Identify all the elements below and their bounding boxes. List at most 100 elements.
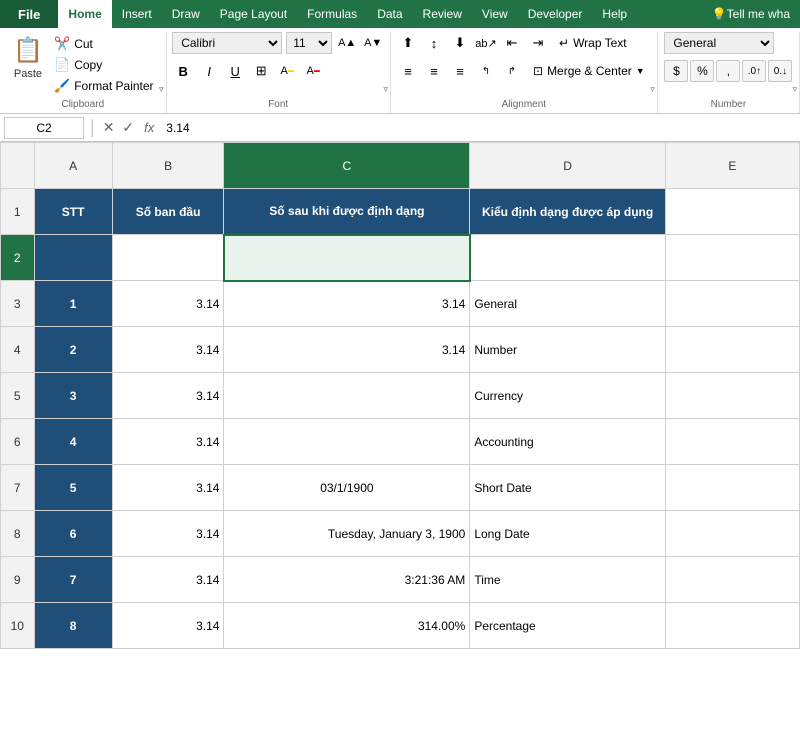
col-header-a[interactable]: A (34, 143, 112, 189)
alignment-expand-icon[interactable]: ▿ (650, 84, 655, 95)
row-header-9[interactable]: 9 (1, 557, 35, 603)
dinh-dang-10[interactable]: Percentage (470, 603, 666, 649)
menu-help[interactable]: Help (592, 0, 637, 28)
decrease-font-button[interactable]: A▼ (362, 32, 384, 54)
border-button[interactable]: ⊞ (250, 60, 272, 82)
sau-khi-3[interactable]: 3.14 (224, 281, 470, 327)
confirm-button[interactable]: ✓ (120, 119, 136, 136)
tell-me-box[interactable]: 💡 Tell me wha (702, 7, 800, 21)
ban-dau-8[interactable]: 3.14 (112, 511, 224, 557)
font-expand-icon[interactable]: ▿ (383, 84, 388, 95)
sau-khi-7[interactable]: 03/1/1900 (224, 465, 470, 511)
dinh-dang-5[interactable]: Currency (470, 373, 666, 419)
format-painter-button[interactable]: 🖌️ Format Painter (50, 76, 158, 96)
dinh-dang-6[interactable]: Accounting (470, 419, 666, 465)
copy-button[interactable]: 📄 Copy (50, 55, 158, 75)
rtl-button[interactable]: ↰ (474, 60, 498, 82)
sau-khi-8[interactable]: Tuesday, January 3, 1900 (224, 511, 470, 557)
header-sau-khi[interactable]: Số sau khi được định dạng (224, 189, 470, 235)
dinh-dang-9[interactable]: Time (470, 557, 666, 603)
bold-button[interactable]: B (172, 60, 194, 82)
menu-formulas[interactable]: Formulas (297, 0, 367, 28)
align-center-button[interactable]: ≡ (422, 60, 446, 82)
underline-button[interactable]: U (224, 60, 246, 82)
header-kieu-dinh-dang[interactable]: Kiểu định dạng được áp dụng (470, 189, 666, 235)
number-expand-icon[interactable]: ▿ (792, 84, 797, 95)
row-header-4[interactable]: 4 (1, 327, 35, 373)
header-stt[interactable]: STT (34, 189, 112, 235)
col-header-b[interactable]: B (112, 143, 224, 189)
cancel-button[interactable]: ✕ (101, 119, 117, 136)
dinh-dang-4[interactable]: Number (470, 327, 666, 373)
menu-insert[interactable]: Insert (112, 0, 162, 28)
font-color-button[interactable]: A▬ (302, 60, 324, 82)
dollar-button[interactable]: $ (664, 60, 688, 82)
cut-button[interactable]: ✂️ Cut (50, 34, 158, 54)
clipboard-expand-icon[interactable]: ▿ (159, 84, 164, 95)
col-header-e[interactable]: E (665, 143, 799, 189)
stt-cell-2[interactable] (34, 235, 112, 281)
stt-cell-10[interactable]: 8 (34, 603, 112, 649)
italic-button[interactable]: I (198, 60, 220, 82)
ban-dau-6[interactable]: 3.14 (112, 419, 224, 465)
fill-color-button[interactable]: A▬ (276, 60, 298, 82)
ban-dau-2[interactable] (112, 235, 224, 281)
wrap-text-button[interactable]: ↵ Wrap Text (552, 33, 634, 53)
ban-dau-7[interactable]: 3.14 (112, 465, 224, 511)
increase-font-button[interactable]: A▲ (336, 32, 358, 54)
align-right-button[interactable]: ≡ (448, 60, 472, 82)
sau-khi-2[interactable] (224, 235, 470, 281)
percent-button[interactable]: % (690, 60, 714, 82)
ban-dau-4[interactable]: 3.14 (112, 327, 224, 373)
font-name-select[interactable]: Calibri (172, 32, 282, 54)
indent-increase-button[interactable]: ⇥ (526, 32, 550, 54)
name-box[interactable] (4, 117, 84, 139)
sau-khi-6[interactable] (224, 419, 470, 465)
sau-khi-5[interactable] (224, 373, 470, 419)
ban-dau-10[interactable]: 3.14 (112, 603, 224, 649)
number-format-select[interactable]: General (664, 32, 774, 54)
comma-button[interactable]: , (716, 60, 740, 82)
ban-dau-9[interactable]: 3.14 (112, 557, 224, 603)
sau-khi-4[interactable]: 3.14 (224, 327, 470, 373)
row-header-8[interactable]: 8 (1, 511, 35, 557)
menu-view[interactable]: View (472, 0, 518, 28)
dinh-dang-3[interactable]: General (470, 281, 666, 327)
menu-draw[interactable]: Draw (162, 0, 210, 28)
ban-dau-5[interactable]: 3.14 (112, 373, 224, 419)
merge-dropdown-icon[interactable]: ▼ (636, 66, 645, 76)
stt-cell-6[interactable]: 4 (34, 419, 112, 465)
align-top-button[interactable]: ⬆ (396, 32, 420, 54)
align-middle-button[interactable]: ↕ (422, 32, 446, 54)
stt-cell-5[interactable]: 3 (34, 373, 112, 419)
dinh-dang-8[interactable]: Long Date (470, 511, 666, 557)
col-header-c[interactable]: C (224, 143, 470, 189)
formula-input[interactable] (162, 117, 796, 139)
font-size-select[interactable]: 11 (286, 32, 332, 54)
row-header-7[interactable]: 7 (1, 465, 35, 511)
stt-cell-4[interactable]: 2 (34, 327, 112, 373)
align-left-button[interactable]: ≡ (396, 60, 420, 82)
menu-data[interactable]: Data (367, 0, 412, 28)
ltr-button[interactable]: ↱ (500, 60, 524, 82)
sau-khi-10[interactable]: 314.00% (224, 603, 470, 649)
orientation-button[interactable]: ab↗ (474, 32, 498, 54)
row-header-2[interactable]: 2 (1, 235, 35, 281)
menu-home[interactable]: Home (58, 0, 111, 28)
stt-cell-3[interactable]: 1 (34, 281, 112, 327)
dinh-dang-7[interactable]: Short Date (470, 465, 666, 511)
row-header-10[interactable]: 10 (1, 603, 35, 649)
paste-button[interactable]: 📋 Paste (8, 32, 48, 82)
dinh-dang-2[interactable] (470, 235, 666, 281)
menu-developer[interactable]: Developer (518, 0, 593, 28)
decrease-decimal-button[interactable]: 0.↓ (768, 60, 792, 82)
ban-dau-3[interactable]: 3.14 (112, 281, 224, 327)
stt-cell-8[interactable]: 6 (34, 511, 112, 557)
sau-khi-9[interactable]: 3:21:36 AM (224, 557, 470, 603)
header-ban-dau[interactable]: Số ban đầu (112, 189, 224, 235)
menu-page-layout[interactable]: Page Layout (210, 0, 297, 28)
indent-decrease-button[interactable]: ⇤ (500, 32, 524, 54)
stt-cell-9[interactable]: 7 (34, 557, 112, 603)
menu-file[interactable]: File (0, 0, 58, 28)
row-header-5[interactable]: 5 (1, 373, 35, 419)
